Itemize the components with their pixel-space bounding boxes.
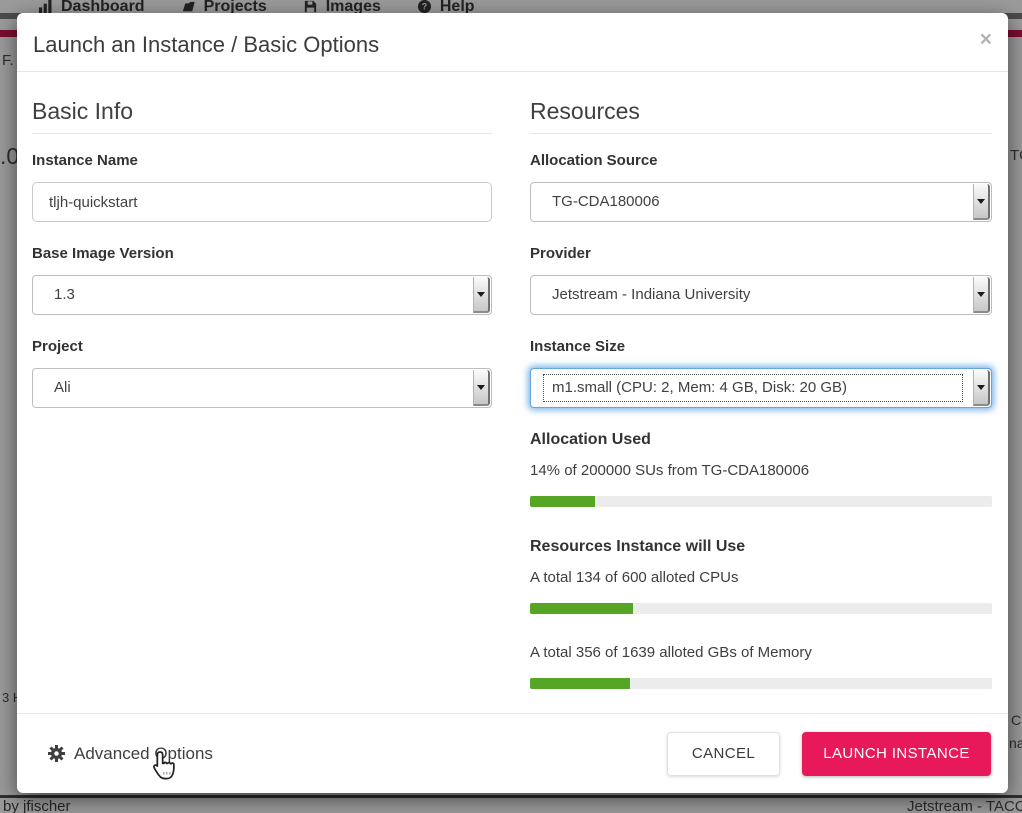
provider-select[interactable]: Jetstream - Indiana University <box>530 275 992 315</box>
instance-will-use-heading: Resources Instance will Use <box>530 538 992 555</box>
section-heading-resources: Resources <box>530 97 992 134</box>
cpu-usage-progressbar <box>530 603 992 614</box>
launch-instance-modal: Launch an Instance / Basic Options × Bas… <box>17 13 1008 793</box>
instance-name-label: Instance Name <box>32 152 492 169</box>
project-select[interactable]: Ali <box>32 368 492 408</box>
allocation-used-heading: Allocation Used <box>530 431 992 448</box>
progress-fill <box>530 496 595 507</box>
svg-text:?: ? <box>422 2 427 12</box>
chevron-down-icon <box>973 277 990 313</box>
modal-title: Launch an Instance / Basic Options <box>33 32 379 58</box>
instance-size-label: Instance Size <box>530 338 992 355</box>
instance-name-input[interactable] <box>32 182 492 222</box>
instance-size-select[interactable]: m1.small (CPU: 2, Mem: 4 GB, Disk: 20 GB… <box>530 368 992 408</box>
memory-usage-progressbar <box>530 678 992 689</box>
background-byline: by jfischer <box>3 798 71 813</box>
base-image-version-label: Base Image Version <box>32 245 492 262</box>
section-heading-basic-info: Basic Info <box>32 97 492 134</box>
progress-fill <box>530 603 633 614</box>
select-value: Jetstream - Indiana University <box>545 283 961 307</box>
base-image-version-select[interactable]: 1.3 <box>32 275 492 315</box>
allocation-used-progressbar <box>530 496 992 507</box>
allocation-source-label: Allocation Source <box>530 152 992 169</box>
chevron-down-icon <box>973 184 990 220</box>
background-provider-text: Jetstream - TACC <box>907 798 1022 813</box>
provider-label: Provider <box>530 245 992 262</box>
basic-info-section: Basic Info Instance Name Base Image Vers… <box>32 97 492 408</box>
background-text-fragment: TG <box>1010 147 1022 164</box>
progress-fill <box>530 678 630 689</box>
resources-section: Resources Allocation Source TG-CDA180006… <box>530 97 992 689</box>
advanced-options-label: Advanced Options <box>74 744 213 764</box>
chevron-down-icon <box>973 370 990 406</box>
advanced-options-button[interactable]: Advanced Options <box>48 744 213 764</box>
memory-usage-text: A total 356 of 1639 alloted GBs of Memor… <box>530 644 992 662</box>
allocation-source-select[interactable]: TG-CDA180006 <box>530 182 992 222</box>
background-text-fragment: na <box>1009 735 1022 751</box>
select-value: Ali <box>47 376 461 400</box>
close-icon[interactable]: × <box>980 29 992 50</box>
background-text-fragment: C <box>1011 712 1021 728</box>
gear-icon <box>48 745 65 762</box>
allocation-used-text: 14% of 200000 SUs from TG-CDA180006 <box>530 462 992 480</box>
background-text-fragment: F. <box>2 52 14 69</box>
chevron-down-icon <box>473 277 490 313</box>
hand-pointer-cursor <box>150 750 178 787</box>
cancel-button[interactable]: CANCEL <box>667 732 780 776</box>
select-value: m1.small (CPU: 2, Mem: 4 GB, Disk: 20 GB… <box>545 376 961 400</box>
select-value: TG-CDA180006 <box>545 190 961 214</box>
select-value: 1.3 <box>47 283 461 307</box>
launch-instance-button[interactable]: LAUNCH INSTANCE <box>802 732 991 776</box>
cpu-usage-text: A total 134 of 600 alloted CPUs <box>530 569 992 587</box>
chevron-down-icon <box>473 370 490 406</box>
project-label: Project <box>32 338 492 355</box>
modal-header: Launch an Instance / Basic Options × <box>17 13 1008 72</box>
background-divider <box>0 795 1022 798</box>
